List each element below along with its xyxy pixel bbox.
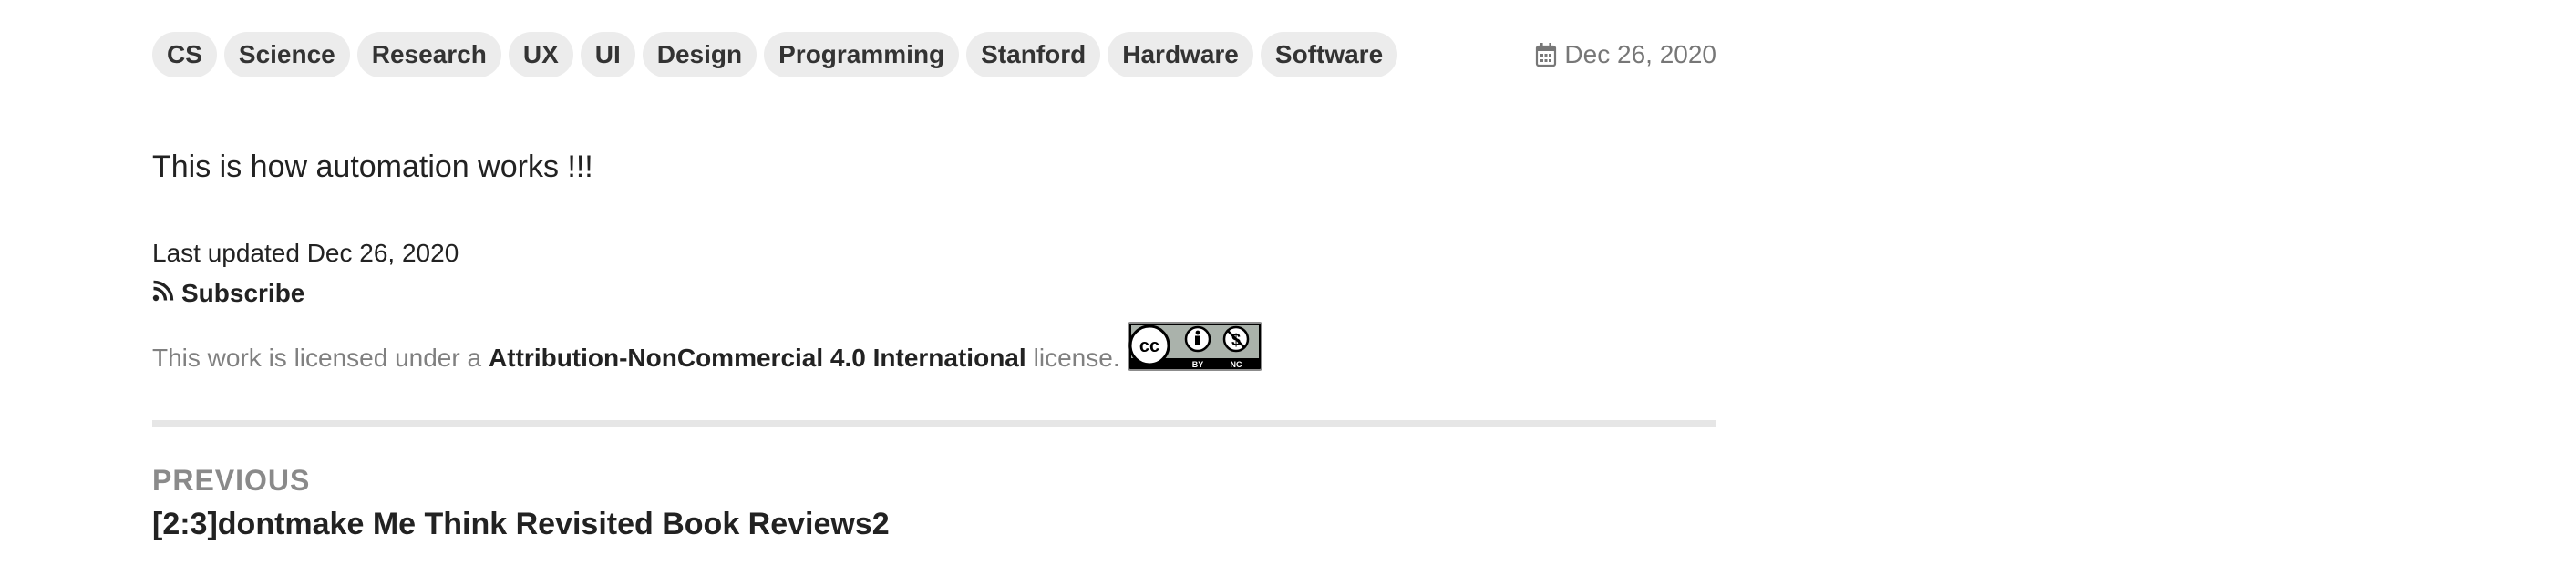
calendar-icon — [1535, 42, 1557, 67]
tag-science[interactable]: Science — [223, 32, 350, 77]
section-divider — [152, 420, 1716, 427]
cc-by-nc-badge[interactable]: cc $ BY NC — [1127, 322, 1262, 378]
previous-label: PREVIOUS — [152, 464, 311, 497]
last-updated: Last updated Dec 26, 2020 — [152, 239, 459, 267]
license-prefix: This work is licensed under a — [152, 344, 482, 372]
tag-programming[interactable]: Programming — [764, 32, 960, 77]
tag-research[interactable]: Research — [356, 32, 501, 77]
license-notice: This work is licensed under a Attributio… — [152, 322, 1716, 378]
subscribe-link[interactable]: Subscribe — [152, 278, 304, 309]
tag-ui[interactable]: UI — [580, 32, 635, 77]
license-link[interactable]: Attribution-NonCommercial 4.0 Internatio… — [489, 343, 1026, 374]
post-footer: CS Science Research UX UI Design Program… — [152, 31, 1716, 542]
license-suffix: license. — [1033, 344, 1120, 372]
tag-cs[interactable]: CS — [152, 32, 217, 77]
cc-badge-nc: NC — [1230, 360, 1242, 369]
tag-ux[interactable]: UX — [508, 32, 573, 77]
rss-icon — [152, 278, 174, 309]
post-date: Dec 26, 2020 — [1535, 31, 1716, 78]
tag-stanford[interactable]: Stanford — [966, 32, 1101, 77]
tag-design[interactable]: Design — [642, 32, 757, 77]
post-body: This is how automation works !!! — [152, 149, 593, 184]
tag-software[interactable]: Software — [1260, 32, 1398, 77]
subscribe-label: Subscribe — [181, 279, 305, 307]
tag-hardware[interactable]: Hardware — [1108, 32, 1253, 77]
tag-list: CS Science Research UX UI Design Program… — [152, 31, 1716, 78]
previous-post-link[interactable]: [2:3]dontmake Me Think Revisited Book Re… — [152, 506, 1716, 542]
cc-badge-by: BY — [1191, 360, 1203, 369]
post-date-text: Dec 26, 2020 — [1564, 40, 1716, 68]
svg-text:cc: cc — [1139, 336, 1159, 356]
tag-row: CS Science Research UX UI Design Program… — [152, 31, 1716, 78]
